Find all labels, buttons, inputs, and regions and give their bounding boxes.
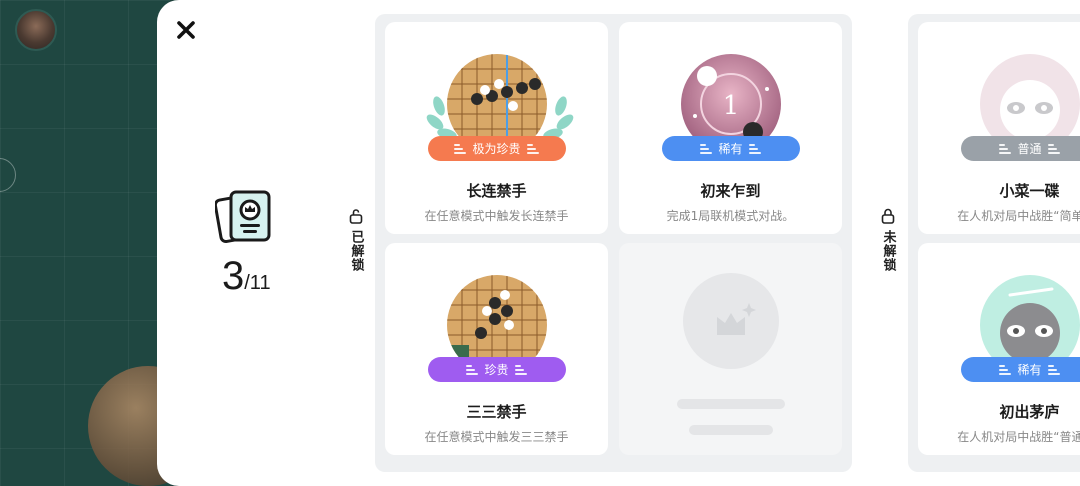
rarity-label: 极为珍贵 <box>472 142 521 156</box>
rarity-badge: 极为珍贵 <box>427 136 566 161</box>
locked-section-label: 未解锁 <box>880 208 896 272</box>
unlocked-count: 3 <box>222 254 245 298</box>
bars-icon <box>514 364 527 375</box>
locked-lock-icon <box>881 208 895 224</box>
bars-icon <box>466 364 479 375</box>
bars-icon <box>999 364 1012 375</box>
achievement-description: 在任意模式中触发长连禁手 <box>424 209 569 223</box>
placeholder-medal-icon <box>683 273 779 369</box>
svg-text:1: 1 <box>722 91 739 121</box>
unlocked-group: 极为珍贵 长连禁手 在任意模式中触发长连禁手 1 稀有 初来乍到 完成1局联机模… <box>375 14 852 472</box>
achievement-card-piece-of-cake[interactable]: 普通 小菜一碟 在人机对局中战胜“简单”难 <box>918 22 1080 234</box>
unlocked-section-label: 已解锁 <box>348 208 364 272</box>
achievement-title: 长连禁手 <box>466 182 527 200</box>
rarity-badge: 珍贵 <box>427 357 566 382</box>
locked-group: 普通 小菜一碟 在人机对局中战胜“简单”难 稀有 初出茅庐 在人机对局中战胜“普… <box>908 14 1080 472</box>
unlocked-label-text: 已解锁 <box>348 230 364 272</box>
achievement-description: 在任意模式中触发三三禁手 <box>424 430 569 444</box>
bars-icon <box>748 143 761 154</box>
rarity-label: 稀有 <box>718 142 743 156</box>
achievement-title: 三三禁手 <box>466 403 527 421</box>
rarity-badge: 稀有 <box>960 357 1080 382</box>
placeholder-card <box>619 243 842 455</box>
rarity-badge: 普通 <box>960 136 1080 161</box>
rarity-label: 稀有 <box>1017 363 1042 377</box>
achievement-card-first-arrival[interactable]: 1 稀有 初来乍到 完成1局联机模式对战。 <box>619 22 842 234</box>
bars-icon <box>1047 143 1060 154</box>
achievement-title: 初出茅庐 <box>999 403 1060 421</box>
user-avatar[interactable] <box>15 9 57 51</box>
rarity-label: 普通 <box>1017 142 1042 156</box>
rarity-label: 珍贵 <box>484 363 509 377</box>
locked-label-text: 未解锁 <box>880 230 896 272</box>
achievement-title: 小菜一碟 <box>999 182 1060 200</box>
bars-icon <box>999 143 1012 154</box>
bars-icon <box>700 143 713 154</box>
achievement-cards-icon <box>215 190 271 243</box>
achievement-description: 完成1局联机模式对战。 <box>666 209 795 223</box>
unlocked-lock-icon <box>349 209 363 224</box>
achievement-card-long-connect[interactable]: 极为珍贵 长连禁手 在任意模式中触发长连禁手 <box>385 22 608 234</box>
placeholder-line <box>677 399 785 409</box>
achievement-description: 在人机对局中战胜“普通”难 <box>957 430 1080 444</box>
achievement-card-three-three[interactable]: 珍贵 三三禁手 在任意模式中触发三三禁手 <box>385 243 608 455</box>
bars-icon <box>454 143 467 154</box>
bars-icon <box>1047 364 1060 375</box>
bars-icon <box>526 143 539 154</box>
total-count: /11 <box>244 272 271 294</box>
achievement-count: 3/11 <box>222 254 271 298</box>
close-icon[interactable] <box>174 18 198 42</box>
achievement-card-novice[interactable]: 稀有 初出茅庐 在人机对局中战胜“普通”难 <box>918 243 1080 455</box>
achievement-description: 在人机对局中战胜“简单”难 <box>957 209 1080 223</box>
rarity-badge: 稀有 <box>661 136 800 161</box>
placeholder-line <box>689 425 773 435</box>
achievement-title: 初来乍到 <box>700 182 761 200</box>
